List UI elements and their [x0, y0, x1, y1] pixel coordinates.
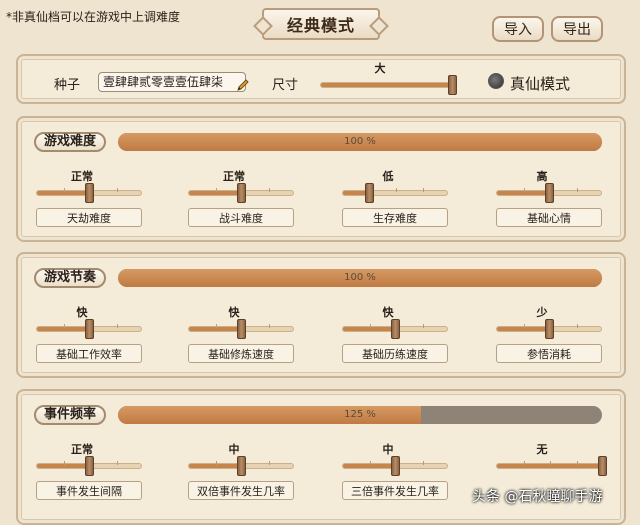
- slider-tick: [116, 324, 118, 328]
- slider-tick: [396, 188, 397, 192]
- slider-caption: 基础历练速度: [342, 344, 448, 363]
- slider-tick: [63, 188, 65, 192]
- slider-handle[interactable]: [391, 456, 400, 476]
- slider-tick: [369, 324, 371, 328]
- export-button[interactable]: 导出: [551, 16, 603, 42]
- section-percent-text: 100 %: [344, 272, 376, 283]
- setting-slider[interactable]: [188, 183, 294, 203]
- slider-tick: [576, 188, 578, 192]
- slider-tick: [116, 461, 118, 465]
- setting-slider[interactable]: [36, 183, 142, 203]
- size-value: 大: [374, 62, 386, 75]
- slider-tick: [268, 461, 270, 465]
- section-title: 事件频率: [34, 405, 107, 425]
- slider-caption: 天劫难度: [36, 208, 142, 227]
- setting-slider[interactable]: [496, 183, 602, 203]
- slider-handle[interactable]: [237, 456, 246, 476]
- page-title: 经典模式: [262, 8, 380, 40]
- slider-value: 中: [228, 443, 240, 456]
- setting-slider[interactable]: [188, 319, 294, 339]
- slider-caption: 基础工作效率: [36, 344, 142, 363]
- section-title: 游戏节奏: [34, 268, 107, 288]
- setting-slider[interactable]: [342, 183, 448, 203]
- slider-tick: [422, 461, 424, 465]
- slider-handle[interactable]: [364, 183, 374, 203]
- slider-caption: 双倍事件发生几率: [188, 481, 294, 500]
- slider-value: 少: [536, 306, 548, 319]
- slider-tick: [369, 461, 371, 465]
- section-percent-bar[interactable]: 125 %: [118, 406, 602, 424]
- size-slider-fill: [321, 83, 455, 87]
- slider-tick: [268, 324, 270, 328]
- slider-handle[interactable]: [545, 319, 554, 339]
- slider-tick: [268, 188, 270, 192]
- slider-tick: [523, 188, 525, 192]
- pencil-icon[interactable]: [236, 78, 250, 92]
- slider-caption: 参悟消耗: [496, 344, 602, 363]
- slider-handle[interactable]: [237, 183, 246, 203]
- slider-tick: [523, 461, 525, 465]
- slider-caption: 基础修炼速度: [188, 344, 294, 363]
- slider-value: 中: [382, 443, 394, 456]
- setting-slider[interactable]: [36, 456, 142, 476]
- slider-value: 无: [536, 443, 548, 456]
- section-percent-bar[interactable]: 100 %: [118, 133, 602, 151]
- slider-tick: [422, 188, 424, 192]
- setting-slider[interactable]: [496, 319, 602, 339]
- difficulty-note: *非真仙档可以在游戏中上调难度: [6, 10, 181, 24]
- slider-tick: [215, 461, 217, 465]
- slider-handle[interactable]: [85, 319, 94, 339]
- true-immortal-radio[interactable]: [488, 73, 504, 89]
- setting-slider[interactable]: [36, 319, 142, 339]
- slider-value: 快: [76, 306, 88, 319]
- slider-tick: [63, 461, 65, 465]
- slider-value: 快: [382, 306, 394, 319]
- slider-handle[interactable]: [85, 183, 94, 203]
- slider-caption: 事件发生间隔: [36, 481, 142, 500]
- size-label: 尺寸: [272, 78, 299, 93]
- slider-caption: 战斗难度: [188, 208, 294, 227]
- slider-value: 正常: [71, 170, 93, 183]
- slider-handle[interactable]: [598, 456, 607, 476]
- mode-title-banner: 经典模式: [262, 8, 380, 42]
- slider-tick: [215, 188, 217, 192]
- slider-caption: 基础心情: [496, 208, 602, 227]
- setting-slider[interactable]: [342, 456, 448, 476]
- section-percent-bar[interactable]: 100 %: [118, 269, 602, 287]
- slider-tick: [215, 324, 217, 328]
- slider-value: 低: [382, 170, 394, 183]
- size-slider-handle[interactable]: [448, 75, 457, 95]
- slider-tick: [422, 324, 424, 328]
- size-slider[interactable]: [320, 75, 457, 95]
- setting-slider[interactable]: [188, 456, 294, 476]
- slider-caption: 生存难度: [342, 208, 448, 227]
- slider-tick: [576, 324, 578, 328]
- setting-slider[interactable]: [496, 456, 607, 476]
- seed-label: 种子: [54, 78, 81, 93]
- slider-value: 快: [228, 306, 240, 319]
- import-button[interactable]: 导入: [492, 16, 544, 42]
- slider-value: 正常: [71, 443, 93, 456]
- slider-handle[interactable]: [391, 319, 400, 339]
- seed-input[interactable]: 壹肆肆贰零壹壹伍肆柒: [98, 72, 246, 92]
- setting-slider[interactable]: [342, 319, 448, 339]
- section-percent-text: 125 %: [344, 409, 376, 420]
- slider-tick: [116, 188, 118, 192]
- slider-value: 高: [536, 170, 548, 183]
- section-percent-text: 100 %: [344, 136, 376, 147]
- slider-handle[interactable]: [237, 319, 246, 339]
- slider-tick: [576, 461, 578, 465]
- slider-fill: [497, 464, 601, 468]
- slider-caption: 三倍事件发生几率: [342, 481, 448, 500]
- slider-tick: [63, 324, 65, 328]
- slider-handle[interactable]: [85, 456, 94, 476]
- watermark: 头条 @石秋瞳聊手游: [472, 489, 603, 505]
- section-title: 游戏难度: [34, 132, 107, 152]
- true-immortal-label: 真仙模式: [510, 75, 571, 93]
- slider-value: 正常: [223, 170, 245, 183]
- slider-tick: [523, 324, 525, 328]
- slider-tick: [550, 461, 551, 465]
- slider-handle[interactable]: [545, 183, 554, 203]
